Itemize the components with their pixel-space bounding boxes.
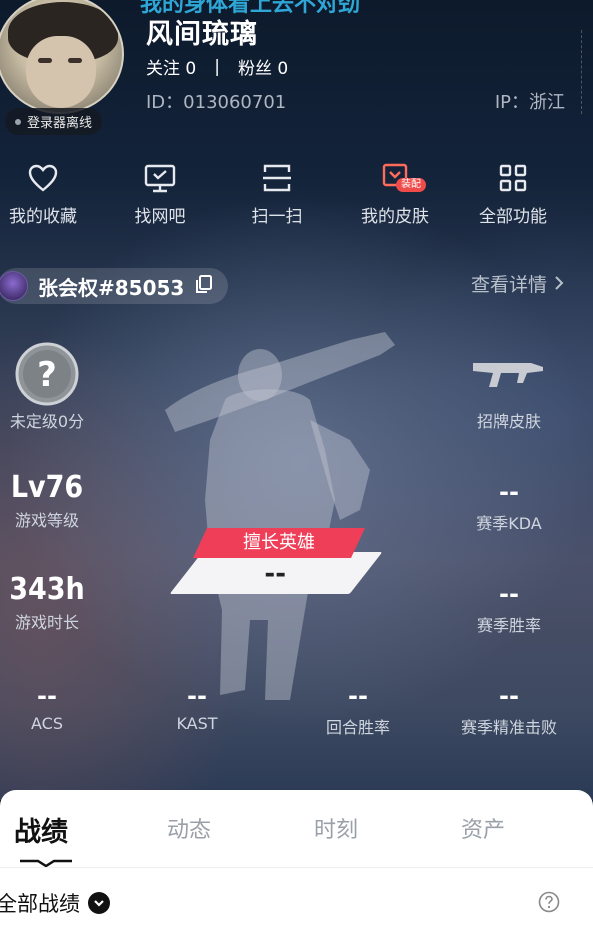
- rank-label: 未定级0分: [9, 412, 85, 431]
- fans-label: 粉丝: [237, 59, 272, 79]
- best-hero-tag-label: 擅长英雄: [243, 532, 315, 553]
- season-precision-value: --: [499, 682, 519, 710]
- ip-location: IP：浙江: [494, 92, 565, 113]
- records-panel: 战绩 动态 时刻 资产 全部战绩: [0, 790, 593, 942]
- active-tab-indicator: [18, 852, 74, 871]
- follow-separator: |: [214, 56, 220, 77]
- tab-assets[interactable]: 资产: [461, 812, 505, 844]
- quick-action-all[interactable]: 全部功能: [454, 158, 572, 227]
- acs-stat: -- ACS: [0, 682, 107, 733]
- season-winrate-value: --: [499, 580, 519, 608]
- play-time-value: 343h: [9, 572, 85, 607]
- copy-icon[interactable]: [194, 274, 214, 298]
- player-tag-pill[interactable]: 张会权#85053: [0, 268, 228, 304]
- rank-stat[interactable]: ? 未定级0分: [0, 342, 107, 432]
- season-winrate-stat: -- 赛季胜率: [449, 580, 569, 636]
- chevron-right-icon: [553, 274, 565, 296]
- side-decoration: [581, 30, 587, 114]
- round-winrate-label: 回合胜率: [325, 718, 390, 737]
- season-kda-stat: -- 赛季KDA: [449, 478, 569, 534]
- acs-value: --: [37, 682, 57, 710]
- kast-value: --: [187, 682, 207, 710]
- best-hero-card[interactable]: --: [169, 552, 383, 594]
- profile-hero: 我的身体看上去不对劲 登录器离线 风间琉璃 关注 0 | 粉丝 0 ID：013…: [0, 0, 593, 800]
- follow-item[interactable]: 关注 0: [146, 54, 196, 79]
- tab-records[interactable]: 战绩: [14, 810, 68, 849]
- quick-action-skins[interactable]: 装配 我的皮肤: [336, 158, 454, 227]
- quick-action-label: 扫一扫: [251, 207, 303, 227]
- records-filter-dropdown[interactable]: 全部战绩: [0, 888, 110, 918]
- follow-count: 0: [185, 59, 197, 79]
- fans-item[interactable]: 粉丝 0: [238, 54, 288, 79]
- quick-action-label: 我的收藏: [9, 207, 77, 227]
- tabs-divider: [0, 867, 593, 868]
- level-label: 游戏等级: [14, 511, 79, 530]
- kast-label: KAST: [176, 714, 218, 733]
- scan-icon: [218, 158, 336, 198]
- tab-moments[interactable]: 时刻: [314, 812, 358, 844]
- grid-icon: [454, 158, 572, 198]
- view-details-label: 查看详情: [470, 274, 547, 296]
- signature-skin-label: 招牌皮肤: [476, 412, 541, 431]
- status-badge: 登录器离线: [5, 108, 103, 135]
- play-time-label: 游戏时长: [14, 613, 79, 632]
- follow-row: 关注 0 | 粉丝 0: [146, 54, 288, 80]
- play-time-stat: 343h 游戏时长: [0, 572, 107, 633]
- help-icon[interactable]: [538, 891, 560, 917]
- season-kda-label: 赛季KDA: [476, 514, 542, 533]
- monitor-icon: [101, 158, 219, 198]
- offline-dot-icon: [15, 118, 21, 125]
- round-winrate-value: --: [348, 682, 368, 710]
- kast-stat: -- KAST: [137, 682, 257, 733]
- best-hero-value: --: [264, 559, 287, 589]
- heart-icon: [0, 158, 102, 198]
- acs-label: ACS: [31, 714, 63, 733]
- round-winrate-stat: -- 回合胜率: [298, 682, 418, 738]
- tab-feed[interactable]: 动态: [167, 812, 211, 844]
- follow-label: 关注: [146, 59, 180, 79]
- level-stat: Lv76 游戏等级: [0, 470, 107, 531]
- player-tag: 张会权#85053: [38, 275, 185, 300]
- avatar[interactable]: [0, 0, 124, 114]
- quick-action-netcafe[interactable]: 找网吧: [101, 158, 219, 227]
- agent-silhouette: [150, 320, 410, 724]
- quick-action-scan[interactable]: 扫一扫: [218, 158, 336, 227]
- level-value: Lv76: [10, 470, 84, 505]
- quick-action-label: 我的皮肤: [361, 207, 429, 227]
- chevron-down-icon: [88, 892, 110, 914]
- skin-badge: 装配: [396, 178, 426, 192]
- season-precision-label: 赛季精准击败: [460, 718, 557, 737]
- best-hero-tag: 擅长英雄: [193, 528, 365, 558]
- user-id: ID：013060701: [146, 92, 287, 113]
- username: 风间琉璃: [146, 19, 258, 50]
- player-avatar: [0, 271, 28, 301]
- quick-action-label: 找网吧: [134, 207, 186, 227]
- season-winrate-label: 赛季胜率: [476, 616, 541, 635]
- season-precision-stat: -- 赛季精准击败: [449, 682, 569, 738]
- skin-icon: 装配: [336, 158, 454, 198]
- season-kda-value: --: [499, 478, 519, 506]
- signature-skin-stat[interactable]: 招牌皮肤: [449, 352, 569, 432]
- fans-count: 0: [277, 59, 289, 79]
- status-text: 登录器离线: [27, 116, 93, 131]
- quick-action-favorites[interactable]: 我的收藏: [0, 158, 102, 227]
- unranked-icon: ?: [0, 342, 107, 406]
- weapon-icon: [449, 352, 569, 394]
- view-details-link[interactable]: 查看详情: [471, 270, 565, 297]
- quick-action-label: 全部功能: [479, 207, 547, 227]
- svg-text:?: ?: [37, 355, 57, 395]
- records-filter-label: 全部战绩: [0, 892, 80, 916]
